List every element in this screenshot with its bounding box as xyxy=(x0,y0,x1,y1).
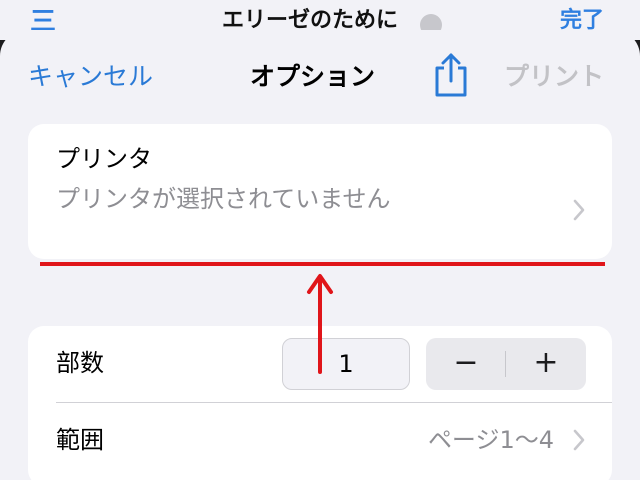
chevron-right-icon xyxy=(573,199,585,221)
increment-button[interactable]: + xyxy=(506,338,586,390)
sheet-title: オプション xyxy=(250,62,376,91)
printer-select-row[interactable]: プリンタ プリンタが選択されていません xyxy=(28,124,612,259)
background-page-title: エリーゼのために xyxy=(222,8,399,33)
row-divider xyxy=(56,402,612,403)
background-menu-icon: 三 xyxy=(30,7,57,37)
share-icon[interactable] xyxy=(432,52,470,98)
annotation-arrow-up-icon xyxy=(307,274,333,374)
background-done-button: 完了 xyxy=(560,8,605,33)
printer-label: プリンタ xyxy=(56,145,152,173)
range-label: 範囲 xyxy=(56,426,104,454)
print-button[interactable]: プリント xyxy=(504,62,604,92)
decrement-button[interactable]: − xyxy=(426,338,506,390)
chevron-right-icon xyxy=(573,429,585,451)
annotation-underline xyxy=(40,262,605,266)
range-value: ページ1〜4 xyxy=(427,426,554,454)
copies-stepper: − + xyxy=(426,338,586,390)
printer-status: プリンタが選択されていません xyxy=(56,185,391,213)
copies-label: 部数 xyxy=(56,349,104,377)
copies-input[interactable]: 1 xyxy=(282,338,410,390)
cancel-button[interactable]: キャンセル xyxy=(28,62,153,92)
